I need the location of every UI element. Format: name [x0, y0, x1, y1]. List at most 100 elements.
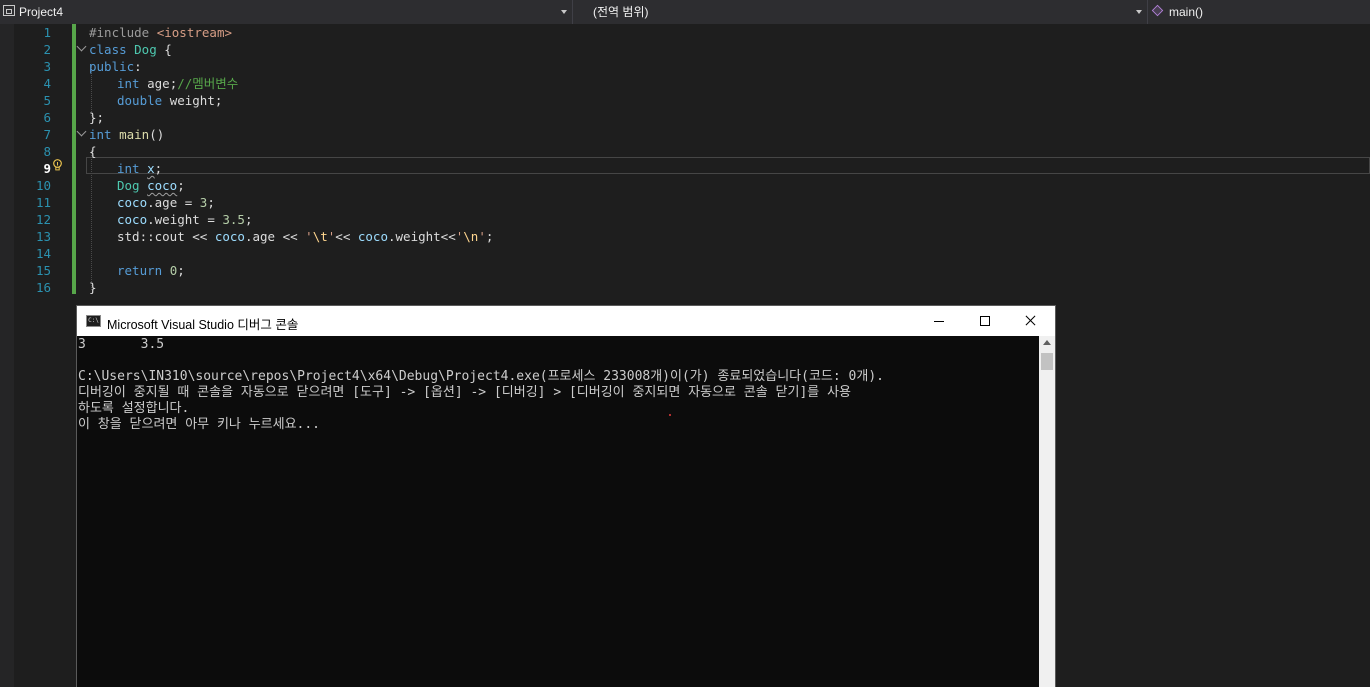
keyword: double [117, 93, 170, 108]
console-line: C:\Users\IN310\source\repos\Project4\x64… [78, 369, 884, 384]
punctuation: . [147, 212, 155, 227]
code-line[interactable]: 16 } [0, 279, 1370, 296]
console-line: 하도록 설정합니다. [78, 401, 190, 416]
code-text: public: [89, 58, 142, 75]
code-line[interactable]: 7 int main() [0, 126, 1370, 143]
console-output[interactable]: 3 3.5 C:\Users\IN310\source\repos\Projec… [77, 336, 1040, 687]
class-name: Dog [134, 42, 157, 57]
escape-sequence: \t [312, 229, 328, 244]
variable-name: x [147, 161, 155, 176]
line-number: 16 [35, 280, 51, 295]
debug-console-window[interactable]: C:\ Microsoft Visual Studio 디버그 콘솔 3 3.5… [77, 306, 1055, 687]
line-number: 7 [43, 127, 51, 142]
member-name: age [252, 229, 276, 244]
variable-name: coco [117, 212, 148, 227]
member-name: age [154, 195, 178, 210]
line-number: 1 [43, 25, 51, 40]
stray-pixel [669, 414, 671, 416]
code-line[interactable]: 4 int age;//멤버변수 [0, 75, 1370, 92]
escape-sequence: \n [463, 229, 479, 244]
project-dropdown[interactable]: Project4 [0, 0, 573, 24]
project-icon [3, 5, 15, 16]
collapse-chevron-icon[interactable] [76, 41, 87, 52]
line-number: 8 [43, 144, 51, 159]
code-text: double weight; [117, 92, 222, 109]
punctuation: . [147, 195, 155, 210]
console-line: 이 창을 닫으려면 아무 키나 누르세요... [78, 417, 321, 432]
code-text: { [89, 144, 97, 159]
keyword: public [89, 59, 135, 74]
operator: << [275, 229, 306, 244]
punctuation: ; [244, 212, 253, 227]
punctuation: ; [154, 161, 163, 176]
close-button[interactable] [1008, 306, 1054, 336]
collapse-chevron-icon[interactable] [76, 126, 87, 137]
variable-name: coco [147, 178, 178, 193]
class-name: Dog [117, 178, 148, 193]
maximize-button[interactable] [962, 306, 1008, 336]
keyword: int [117, 76, 148, 91]
punctuation: { [156, 42, 172, 57]
line-number: 10 [35, 178, 51, 193]
operator: = [199, 212, 223, 227]
code-line[interactable]: 15 return 0; [0, 262, 1370, 279]
code-text: coco.weight = 3.5; [117, 211, 252, 228]
code-line[interactable]: 8 { [0, 143, 1370, 160]
line-number: 5 [43, 93, 51, 108]
keyword: return [117, 263, 170, 278]
variable-name: coco [357, 229, 388, 244]
scrollbar-thumb[interactable] [1041, 353, 1053, 370]
line-number: 2 [43, 42, 51, 57]
scope-label: (전역 범위) [593, 5, 649, 19]
code-line[interactable]: 12 coco.weight = 3.5; [0, 211, 1370, 228]
operator: = [177, 195, 200, 210]
member-dropdown[interactable]: main() [1148, 0, 1370, 24]
console-scrollbar[interactable] [1039, 336, 1055, 687]
code-line[interactable]: 3 public: [0, 58, 1370, 75]
code-text: coco.age = 3; [117, 194, 215, 211]
char-quote: ' [305, 229, 313, 244]
punctuation: . [387, 229, 396, 244]
code-text: int age;//멤버변수 [117, 75, 238, 92]
code-text: class Dog { [89, 41, 172, 58]
function-name: main [119, 127, 150, 142]
line-number: 11 [35, 195, 51, 210]
line-number: 9 [43, 161, 51, 176]
keyword: int [89, 127, 120, 142]
console-line: 3 3.5 [78, 337, 165, 352]
code-line[interactable]: 10 Dog coco; [0, 177, 1370, 194]
code-line[interactable]: 11 coco.age = 3; [0, 194, 1370, 211]
keyword: int [117, 161, 148, 176]
scope-dropdown[interactable]: (전역 범위) [573, 0, 1148, 24]
console-line: 디버깅이 중지될 때 콘솔을 자동으로 닫으려면 [도구] -> [옵션] ->… [78, 385, 852, 400]
code-line[interactable]: 13 std::cout << coco.age << '\t'<< coco.… [0, 228, 1370, 245]
comment: //멤버변수 [177, 76, 239, 91]
chevron-down-icon [561, 10, 567, 14]
include-header: <iostream> [156, 25, 232, 40]
code-line[interactable]: 6 }; [0, 109, 1370, 126]
line-number: 6 [43, 110, 51, 125]
number-literal: 3.5 [222, 212, 245, 227]
code-line[interactable]: 5 double weight; [0, 92, 1370, 109]
punctuation: ; [177, 263, 185, 278]
operator: << [335, 229, 358, 244]
console-titlebar[interactable]: C:\ Microsoft Visual Studio 디버그 콘솔 [77, 306, 1055, 336]
variable-name: coco [214, 229, 245, 244]
cube-icon [1151, 4, 1164, 17]
code-line[interactable]: 14 [0, 245, 1370, 262]
member-name: age [147, 76, 170, 91]
code-text: Dog coco; [117, 177, 185, 194]
line-number: 4 [43, 76, 51, 91]
code-line[interactable]: 1 #include <iostream> [0, 24, 1370, 41]
code-text: } [89, 280, 97, 295]
line-number: 14 [35, 246, 51, 261]
minimize-button[interactable] [916, 306, 962, 336]
code-text: int x; [117, 160, 162, 177]
code-line-current[interactable]: 9 int x; [0, 160, 1370, 177]
code-line[interactable]: 2 class Dog { [0, 41, 1370, 58]
console-app-icon: C:\ [86, 315, 101, 327]
punctuation: ; [207, 195, 215, 210]
member-name: weight [154, 212, 200, 227]
scroll-up-arrow-icon[interactable] [1043, 340, 1051, 345]
console-title: Microsoft Visual Studio 디버그 콘솔 [107, 318, 299, 332]
